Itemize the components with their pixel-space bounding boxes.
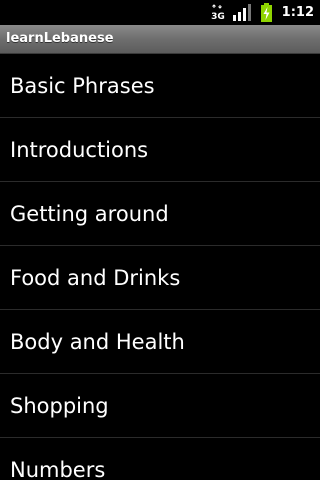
list-item-label: Basic Phrases xyxy=(10,74,155,98)
app-title: learnLebanese xyxy=(6,31,114,46)
3g-data-icon: 3G xyxy=(211,0,225,25)
list-item-label: Introductions xyxy=(10,138,149,162)
svg-text:3G: 3G xyxy=(211,12,225,22)
list-item-shopping[interactable]: Shopping xyxy=(0,374,320,438)
list-item-food-and-drinks[interactable]: Food and Drinks xyxy=(0,246,320,310)
list-item-getting-around[interactable]: Getting around xyxy=(0,182,320,246)
clock-time: 1:12 xyxy=(281,5,314,20)
signal-strength-icon xyxy=(232,0,252,25)
list-item-introductions[interactable]: Introductions xyxy=(0,118,320,182)
list-item-label: Body and Health xyxy=(10,330,185,354)
list-item-label: Getting around xyxy=(10,202,169,226)
list-item-basic-phrases[interactable]: Basic Phrases xyxy=(0,54,320,118)
app-title-bar: learnLebanese xyxy=(0,25,320,54)
list-item-label: Numbers xyxy=(10,458,106,480)
list-item-body-and-health[interactable]: Body and Health xyxy=(0,310,320,374)
list-item-label: Shopping xyxy=(10,394,109,418)
status-bar: 3G 1:12 xyxy=(0,0,320,25)
battery-charging-icon xyxy=(259,0,274,25)
list-item-numbers[interactable]: Numbers xyxy=(0,438,320,480)
list-item-label: Food and Drinks xyxy=(10,266,181,290)
lesson-category-list[interactable]: Basic Phrases Introductions Getting arou… xyxy=(0,54,320,480)
